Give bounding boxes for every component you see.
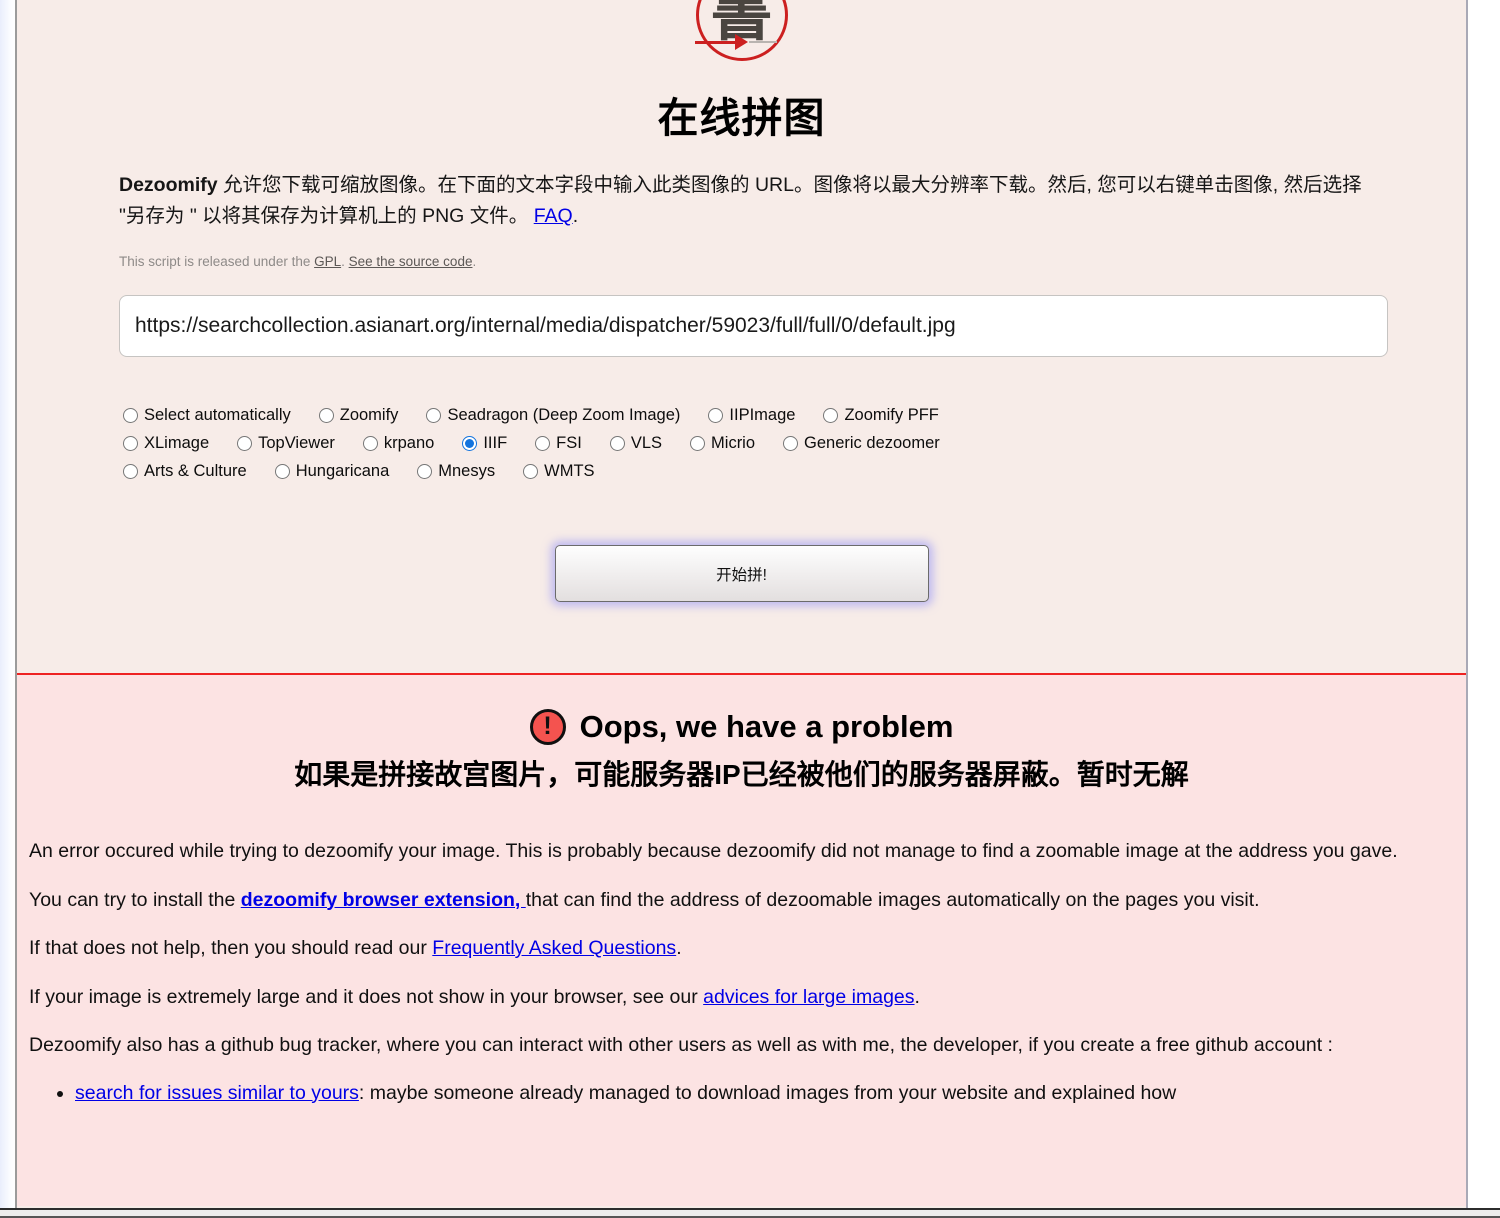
radio-label: Select automatically bbox=[144, 406, 291, 425]
book-seal-logo-icon: 書 bbox=[696, 0, 788, 61]
radio-hungaricana[interactable] bbox=[275, 464, 290, 479]
error-paragraph-5: Dezoomify also has a github bug tracker,… bbox=[29, 1032, 1426, 1060]
radio-label: IIIF bbox=[483, 434, 507, 453]
radio-label: Generic dezoomer bbox=[804, 434, 940, 453]
radio-xlimage[interactable] bbox=[123, 436, 138, 451]
logo-gray-line bbox=[749, 41, 777, 43]
faq-error-link[interactable]: Frequently Asked Questions bbox=[432, 937, 676, 959]
radio-iiif[interactable] bbox=[462, 436, 477, 451]
search-issues-link[interactable]: search for issues similar to yours bbox=[75, 1082, 359, 1104]
faq-link[interactable]: FAQ bbox=[534, 205, 573, 227]
radio-option-generic-dezoomer[interactable]: Generic dezoomer bbox=[783, 434, 940, 453]
error-suggestions-list: search for issues similar to yours: mayb… bbox=[29, 1080, 1426, 1108]
error-paragraph-2: You can try to install the dezoomify bro… bbox=[29, 887, 1426, 915]
radio-arts-culture[interactable] bbox=[123, 464, 138, 479]
radio-option-vls[interactable]: VLS bbox=[610, 434, 662, 453]
radio-wmts[interactable] bbox=[523, 464, 538, 479]
radio-option-arts-culture[interactable]: Arts & Culture bbox=[123, 462, 247, 481]
radio-label: Zoomify bbox=[340, 406, 399, 425]
dezoomer-row-3: Arts & Culture Hungaricana Mnesys WMTS bbox=[123, 461, 1406, 481]
radio-micrio[interactable] bbox=[690, 436, 705, 451]
radio-krpano[interactable] bbox=[363, 436, 378, 451]
error-paragraph-3: If that does not help, then you should r… bbox=[29, 935, 1426, 963]
error-paragraph-1: An error occured while trying to dezoomi… bbox=[29, 838, 1426, 866]
license-line: This script is released under the GPL. S… bbox=[119, 254, 1371, 269]
large-images-advice-link[interactable]: advices for large images bbox=[703, 986, 914, 1008]
radio-generic-dezoomer[interactable] bbox=[783, 436, 798, 451]
error-title: Oops, we have a problem bbox=[580, 708, 954, 746]
license-prefix: This script is released under the bbox=[119, 254, 314, 269]
radio-label: TopViewer bbox=[258, 434, 335, 453]
radio-option-krpano[interactable]: krpano bbox=[363, 434, 434, 453]
license-mid: . bbox=[341, 254, 349, 269]
intro-bold-lead: Dezoomify bbox=[119, 174, 218, 196]
dezoomer-row-1: Select automatically Zoomify Seadragon (… bbox=[123, 405, 1406, 425]
p2-prefix: You can try to install the bbox=[29, 889, 241, 911]
radio-option-seadragon[interactable]: Seadragon (Deep Zoom Image) bbox=[426, 406, 680, 425]
radio-option-zoomify[interactable]: Zoomify bbox=[319, 406, 399, 425]
dezoomer-selector: Select automatically Zoomify Seadragon (… bbox=[123, 405, 1406, 481]
radio-mnesys[interactable] bbox=[417, 464, 432, 479]
radio-topviewer[interactable] bbox=[237, 436, 252, 451]
p4-prefix: If your image is extremely large and it … bbox=[29, 986, 703, 1008]
radio-option-zoomify-pff[interactable]: Zoomify PFF bbox=[823, 406, 938, 425]
radio-label: VLS bbox=[631, 434, 662, 453]
dezoomify-form-section: 書 在线拼图 Dezoomify 允许您下载可缩放图像。在下面的文本字段中输入此… bbox=[17, 0, 1466, 675]
radio-fsi[interactable] bbox=[535, 436, 550, 451]
radio-label: Mnesys bbox=[438, 462, 495, 481]
radio-zoomify-pff[interactable] bbox=[823, 408, 838, 423]
radio-iipimage[interactable] bbox=[708, 408, 723, 423]
error-subtitle-zh: 如果是拼接故宫图片，可能服务器IP已经被他们的服务器屏蔽。暂时无解 bbox=[17, 758, 1466, 792]
radio-option-topviewer[interactable]: TopViewer bbox=[237, 434, 335, 453]
image-url-input[interactable] bbox=[119, 295, 1388, 357]
radio-label: Seadragon (Deep Zoom Image) bbox=[447, 406, 680, 425]
radio-label: WMTS bbox=[544, 462, 594, 481]
radio-zoomify[interactable] bbox=[319, 408, 334, 423]
radio-option-iiif[interactable]: IIIF bbox=[462, 434, 507, 453]
radio-vls[interactable] bbox=[610, 436, 625, 451]
horizontal-scrollbar[interactable] bbox=[0, 1208, 1500, 1218]
radio-label: XLimage bbox=[144, 434, 209, 453]
radio-option-hungaricana[interactable]: Hungaricana bbox=[275, 462, 390, 481]
radio-option-micrio[interactable]: Micrio bbox=[690, 434, 755, 453]
start-dezoomify-button[interactable]: 开始拼! bbox=[555, 545, 929, 602]
radio-label: IIPImage bbox=[729, 406, 795, 425]
dezoomify-page: 書 在线拼图 Dezoomify 允许您下载可缩放图像。在下面的文本字段中输入此… bbox=[15, 0, 1468, 1208]
radio-label: Arts & Culture bbox=[144, 462, 247, 481]
radio-label: krpano bbox=[384, 434, 434, 453]
dezoomer-row-2: XLimage TopViewer krpano IIIF FSI VLS Mi… bbox=[123, 433, 1406, 453]
radio-select-automatically[interactable] bbox=[123, 408, 138, 423]
p3-prefix: If that does not help, then you should r… bbox=[29, 937, 432, 959]
radio-option-xlimage[interactable]: XLimage bbox=[123, 434, 209, 453]
radio-label: Hungaricana bbox=[296, 462, 390, 481]
radio-label: Micrio bbox=[711, 434, 755, 453]
intro-text: 允许您下载可缩放图像。在下面的文本字段中输入此类图像的 URL。图像将以最大分辨… bbox=[119, 174, 1362, 227]
p3-suffix: . bbox=[676, 937, 681, 959]
list-item-search-issues: search for issues similar to yours: mayb… bbox=[75, 1080, 1426, 1108]
radio-label: Zoomify PFF bbox=[844, 406, 938, 425]
radio-option-iipimage[interactable]: IIPImage bbox=[708, 406, 795, 425]
error-alert-icon: ! bbox=[530, 709, 566, 745]
radio-label: FSI bbox=[556, 434, 582, 453]
logo-arrow-head-icon bbox=[735, 34, 748, 50]
browser-extension-link[interactable]: dezoomify browser extension, bbox=[241, 889, 526, 911]
li1-suffix: : maybe someone already managed to downl… bbox=[359, 1082, 1176, 1104]
radio-option-select-automatically[interactable]: Select automatically bbox=[123, 406, 291, 425]
radio-seadragon[interactable] bbox=[426, 408, 441, 423]
p4-suffix: . bbox=[915, 986, 920, 1008]
gpl-link[interactable]: GPL bbox=[314, 254, 341, 269]
error-title-row: ! Oops, we have a problem bbox=[17, 708, 1466, 746]
radio-option-mnesys[interactable]: Mnesys bbox=[417, 462, 495, 481]
source-code-link[interactable]: See the source code bbox=[349, 254, 473, 269]
error-section: ! Oops, we have a problem 如果是拼接故宫图片，可能服务… bbox=[17, 675, 1466, 1206]
logo-area: 書 bbox=[17, 0, 1466, 62]
radio-option-fsi[interactable]: FSI bbox=[535, 434, 582, 453]
p2-suffix: that can find the address of dezoomable … bbox=[526, 889, 1260, 911]
page-title: 在线拼图 bbox=[17, 94, 1466, 142]
license-suffix: . bbox=[472, 254, 476, 269]
error-paragraph-4: If your image is extremely large and it … bbox=[29, 984, 1426, 1012]
intro-suffix: . bbox=[573, 205, 578, 227]
intro-paragraph: Dezoomify 允许您下载可缩放图像。在下面的文本字段中输入此类图像的 UR… bbox=[119, 170, 1371, 232]
radio-option-wmts[interactable]: WMTS bbox=[523, 462, 594, 481]
